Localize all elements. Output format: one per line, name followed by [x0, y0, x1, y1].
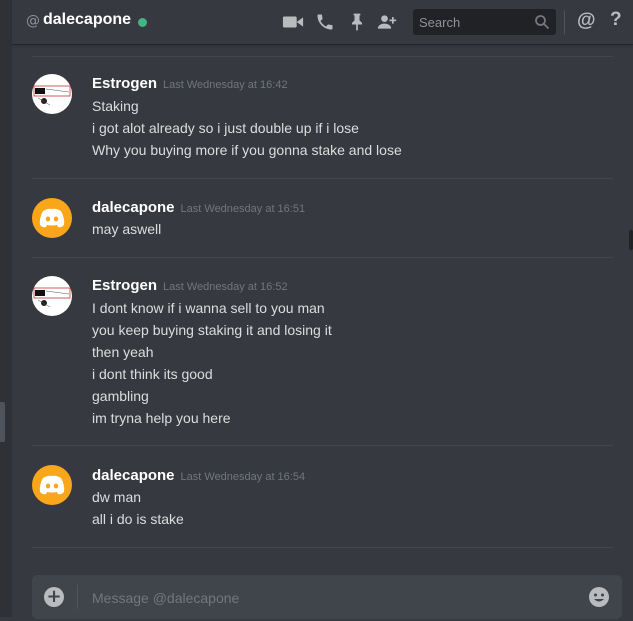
- message-author[interactable]: Estrogen Last Wednesday at 16:42: [92, 75, 288, 92]
- message-divider: [32, 56, 613, 57]
- user-avatar-image: [33, 85, 71, 106]
- channel-header: @ dalecapone @ ?: [12, 0, 633, 44]
- dm-at-icon: @: [26, 13, 40, 29]
- avatar[interactable]: [32, 276, 72, 316]
- message-divider: [32, 547, 613, 548]
- message-line: I dont know if i wanna sell to you man: [92, 300, 325, 316]
- author-name[interactable]: dalecapone: [92, 467, 175, 484]
- scroll-indicator: [0, 402, 5, 442]
- message-line: all i do is stake: [92, 511, 184, 527]
- message-composer: +: [32, 575, 622, 621]
- voice-call-icon[interactable]: [314, 12, 336, 32]
- author-name[interactable]: Estrogen: [92, 277, 157, 294]
- discord-logo-icon: [39, 475, 65, 495]
- scrollbar-thumb[interactable]: [629, 230, 633, 250]
- message-author[interactable]: dalecapone Last Wednesday at 16:54: [92, 467, 305, 484]
- message-timestamp: Last Wednesday at 16:51: [180, 203, 306, 215]
- channel-title[interactable]: dalecapone: [43, 11, 131, 29]
- message-timestamp: Last Wednesday at 16:42: [163, 79, 288, 91]
- message-input[interactable]: [90, 575, 574, 621]
- pin-icon[interactable]: [346, 12, 368, 32]
- mention-icon[interactable]: @: [577, 10, 596, 32]
- user-avatar-image: [33, 287, 71, 308]
- add-friend-icon[interactable]: [376, 12, 398, 32]
- message-author[interactable]: dalecapone Last Wednesday at 16:51: [92, 199, 305, 216]
- help-icon[interactable]: ?: [610, 9, 622, 31]
- message-divider: [32, 257, 613, 258]
- add-attachment-button[interactable]: +: [44, 587, 64, 607]
- message-author[interactable]: Estrogen Last Wednesday at 16:52: [92, 277, 288, 294]
- discord-logo-icon: [39, 208, 65, 228]
- message-line: i got alot already so i just double up i…: [92, 120, 359, 136]
- message-line: you keep buying staking it and losing it: [92, 322, 332, 338]
- message-line: gambling: [92, 388, 149, 404]
- message-line: Staking: [92, 98, 139, 114]
- composer-divider: [77, 585, 78, 609]
- message-divider: [32, 445, 613, 446]
- avatar[interactable]: [32, 74, 72, 114]
- online-status-badge: [138, 18, 147, 27]
- search-input[interactable]: [413, 9, 529, 35]
- author-name[interactable]: dalecapone: [92, 199, 175, 216]
- search-icon: [534, 14, 550, 30]
- author-name[interactable]: Estrogen: [92, 75, 157, 92]
- emoji-picker-icon[interactable]: [588, 586, 610, 608]
- message-line: Why you buying more if you gonna stake a…: [92, 142, 402, 158]
- message-timestamp: Last Wednesday at 16:54: [180, 471, 306, 483]
- avatar[interactable]: [32, 465, 72, 505]
- message-timestamp: Last Wednesday at 16:52: [163, 281, 288, 293]
- message-line: dw man: [92, 489, 142, 505]
- message-list: Estrogen Last Wednesday at 16:42 Staking …: [12, 44, 621, 560]
- header-divider: [564, 10, 565, 34]
- avatar[interactable]: [32, 198, 72, 238]
- search-bar[interactable]: [413, 9, 556, 35]
- message-line: then yeah: [92, 344, 154, 360]
- message-divider: [32, 178, 613, 179]
- server-sidebar-edge: [0, 0, 12, 617]
- message-line: may aswell: [92, 221, 162, 237]
- message-line: im tryna help you here: [92, 410, 231, 426]
- video-call-icon[interactable]: [282, 12, 304, 32]
- message-line: i dont think its good: [92, 366, 213, 382]
